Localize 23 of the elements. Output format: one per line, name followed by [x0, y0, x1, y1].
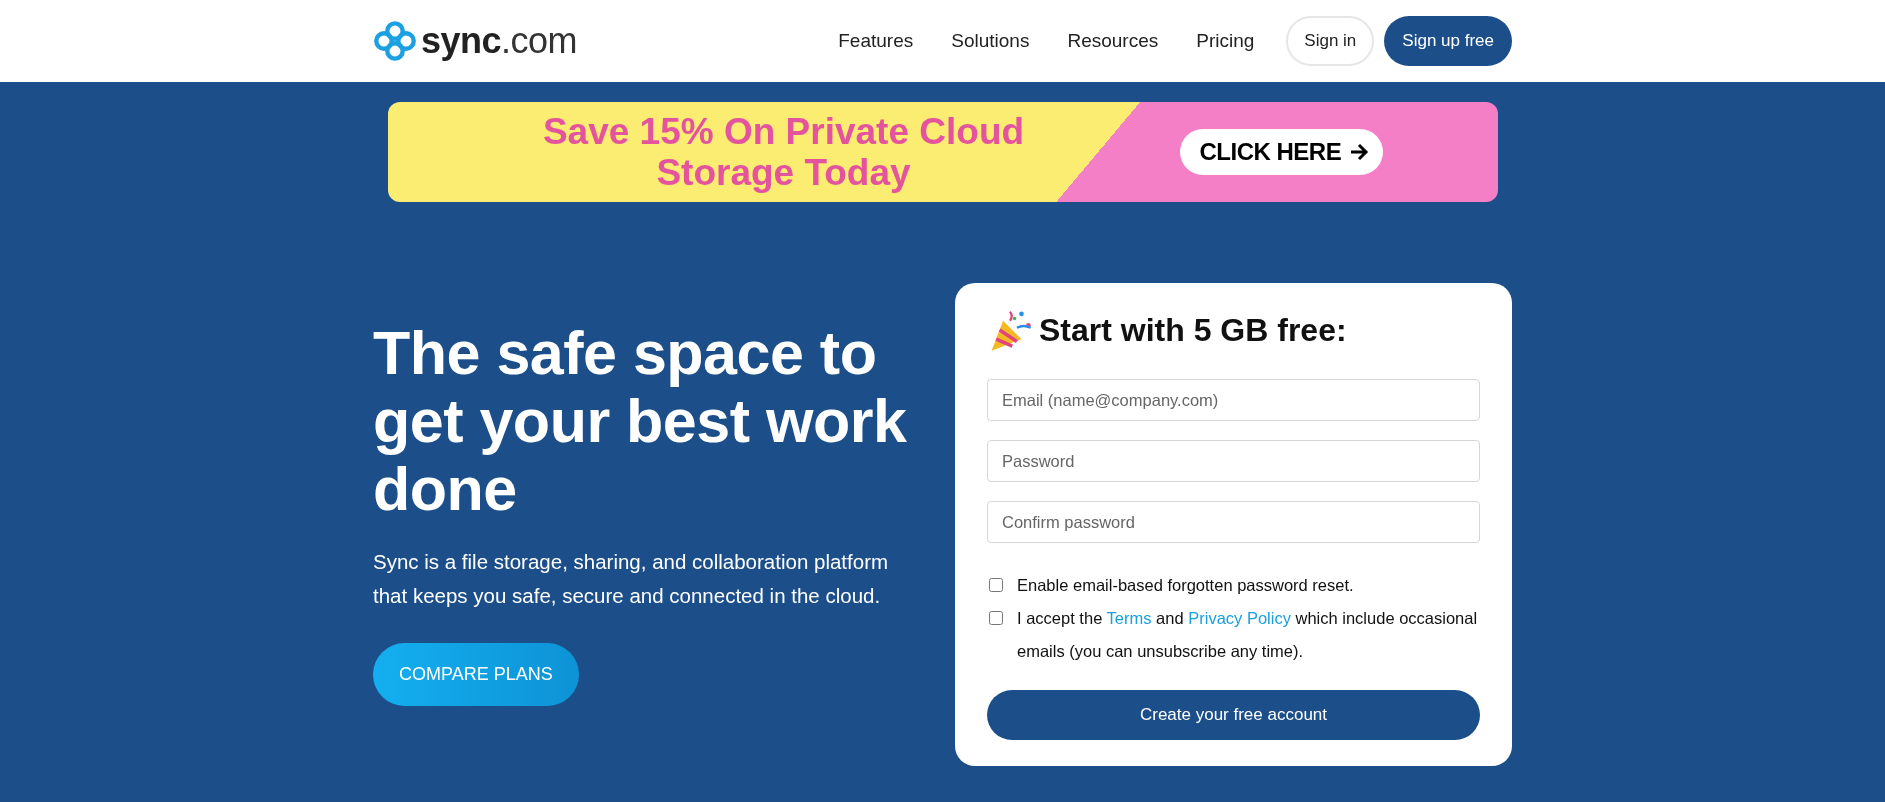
input-field[interactable]: Password [987, 440, 1480, 482]
sign-in-button[interactable]: Sign in [1286, 16, 1375, 66]
checkbox[interactable] [989, 578, 1003, 592]
click-here-button[interactable]: CLICK HERE [1179, 129, 1384, 175]
arrow-right-icon [1349, 142, 1370, 162]
logo-icon [373, 21, 417, 61]
signup-title: Start with 5 GB free: [1039, 311, 1347, 349]
nav-link[interactable]: Solutions [951, 30, 1030, 52]
input-field[interactable]: Confirm password [987, 501, 1480, 543]
nav-link[interactable]: Features [838, 30, 914, 52]
promo-banner[interactable]: Save 15% On Private Cloud Storage Today CLICK HERE [387, 102, 1498, 202]
logo-text[interactable]: sync.com [421, 20, 578, 62]
checkbox-label: Enable email-based forgotten password reset. [1017, 575, 1355, 596]
checkbox-label: I accept the Terms and Privacy Policy which include occasional emails (you can unsubscribe any time). [1017, 608, 1479, 662]
sign-up-button[interactable]: Sign up free [1384, 16, 1512, 66]
create-account-button[interactable]: Create your free account [987, 690, 1480, 740]
nav-link[interactable]: Pricing [1196, 30, 1255, 52]
input-field[interactable]: Email (name@company.com) [987, 379, 1480, 421]
nav-link[interactable]: Resources [1067, 30, 1159, 52]
promo-headline: Save 15% On Private Cloud Storage Today [541, 111, 1026, 193]
checkbox[interactable] [989, 611, 1003, 625]
hero-headline: The safe space to get your best work done [373, 319, 908, 523]
hero-description: Sync is a file storage, sharing, and collaboration platform that keeps you safe, secure and connected in the cloud. [373, 549, 890, 609]
